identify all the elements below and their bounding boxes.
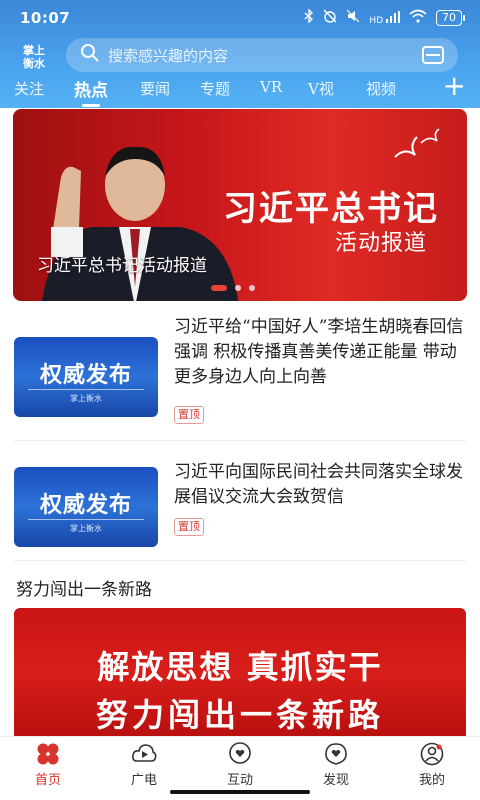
pinned-badge: 置顶: [174, 406, 204, 424]
tab-news[interactable]: 要闻: [140, 78, 170, 99]
chat-heart-icon: [229, 742, 251, 764]
carousel-dot-active[interactable]: [211, 285, 227, 291]
section-banner-line-2: 努力闯出一条新路: [95, 696, 384, 734]
channel-tabs: 关注 热点 要闻 专题 VR V视 视频: [0, 74, 480, 107]
news-thumbnail: 权威发布 掌上衡水: [14, 337, 158, 417]
thumbnail-source: 掌上衡水: [70, 394, 102, 403]
nav-label: 我的: [418, 773, 445, 788]
search-bar[interactable]: 搜索感兴趣的内容: [66, 38, 458, 72]
tab-video[interactable]: 视频: [366, 78, 396, 99]
discover-heart-icon: [325, 743, 347, 765]
thumbnail-title: 权威发布: [39, 493, 132, 518]
bluetooth-icon: [304, 8, 314, 27]
signal-hd-label: HD: [369, 15, 384, 26]
search-placeholder: 搜索感兴趣的内容: [108, 46, 229, 65]
search-icon: [80, 43, 100, 67]
logo-line-1: 掌上: [23, 44, 45, 57]
nav-label: 发现: [322, 773, 349, 788]
thumbnail-source: 掌上衡水: [70, 524, 102, 533]
thumbnail-title: 权威发布: [39, 363, 132, 388]
add-channel-icon[interactable]: +: [443, 72, 466, 100]
app-logo[interactable]: 掌上 衡水: [16, 44, 52, 70]
status-bar: 10:07 HD 70: [0, 0, 480, 36]
divider: [14, 440, 466, 441]
nav-home[interactable]: 首页: [13, 741, 83, 788]
news-title[interactable]: 习近平向国际民间社会共同落实全球发展倡议交流大会致贺信: [174, 460, 464, 510]
banner-title: 习近平总书记: [223, 189, 439, 229]
nav-broadcast[interactable]: 广电: [109, 741, 179, 788]
home-clover-icon: [37, 743, 59, 765]
carousel-dot[interactable]: [235, 285, 241, 291]
status-icons: HD 70: [304, 8, 465, 27]
cellular-signal-icon: HD: [369, 10, 400, 26]
status-time: 10:07: [20, 9, 71, 27]
thumbnail-divider: [28, 519, 144, 520]
profile-icon: [420, 742, 444, 766]
pinned-badge: 置顶: [174, 518, 204, 536]
nav-interact[interactable]: 互动: [205, 741, 275, 788]
scan-icon[interactable]: [422, 46, 444, 64]
banner-subtitle: 活动报道: [335, 231, 428, 256]
tab-vvideo[interactable]: V视: [308, 78, 334, 99]
nav-discover[interactable]: 发现: [301, 741, 371, 788]
banner-caption: 习近平总书记活动报道: [37, 256, 207, 276]
leader-photo: [42, 146, 239, 301]
battery-indicator: 70: [436, 10, 465, 26]
doves-icon: [394, 128, 440, 158]
logo-line-2: 衡水: [23, 57, 45, 70]
app-header: 10:07 HD 70 掌上 衡水 搜索感兴趣的内容 关注 热点 要闻 专题 V…: [0, 0, 480, 108]
section-banner[interactable]: 解放思想 真抓实干 努力闯出一条新路: [14, 608, 466, 738]
news-title[interactable]: 习近平给“中国好人”李培生胡晓春回信强调 积极传播真善美传递正能量 带动更多身边…: [174, 315, 464, 390]
tab-topics[interactable]: 专题: [200, 78, 230, 99]
alarm-off-icon: [323, 9, 337, 27]
tab-vr[interactable]: VR: [260, 78, 282, 96]
nav-profile[interactable]: 我的: [397, 741, 467, 788]
mute-icon: [346, 9, 360, 27]
wifi-icon: [409, 9, 427, 27]
play-cloud-icon: [132, 744, 157, 762]
thumbnail-divider: [28, 389, 144, 390]
section-banner-line-1: 解放思想 真抓实干: [97, 648, 383, 686]
tab-hot[interactable]: 热点: [74, 76, 108, 107]
nav-label: 互动: [226, 773, 253, 788]
divider: [14, 560, 466, 561]
tab-follow[interactable]: 关注: [14, 78, 44, 99]
nav-label: 广电: [130, 773, 157, 788]
home-indicator[interactable]: [170, 790, 310, 794]
carousel-dot[interactable]: [249, 285, 255, 291]
news-thumbnail: 权威发布 掌上衡水: [14, 467, 158, 547]
hero-banner[interactable]: 习近平总书记 活动报道 习近平总书记活动报道: [13, 109, 467, 301]
nav-label: 首页: [34, 773, 61, 788]
carousel-indicators: [211, 285, 255, 291]
section-title: 努力闯出一条新路: [16, 580, 152, 600]
